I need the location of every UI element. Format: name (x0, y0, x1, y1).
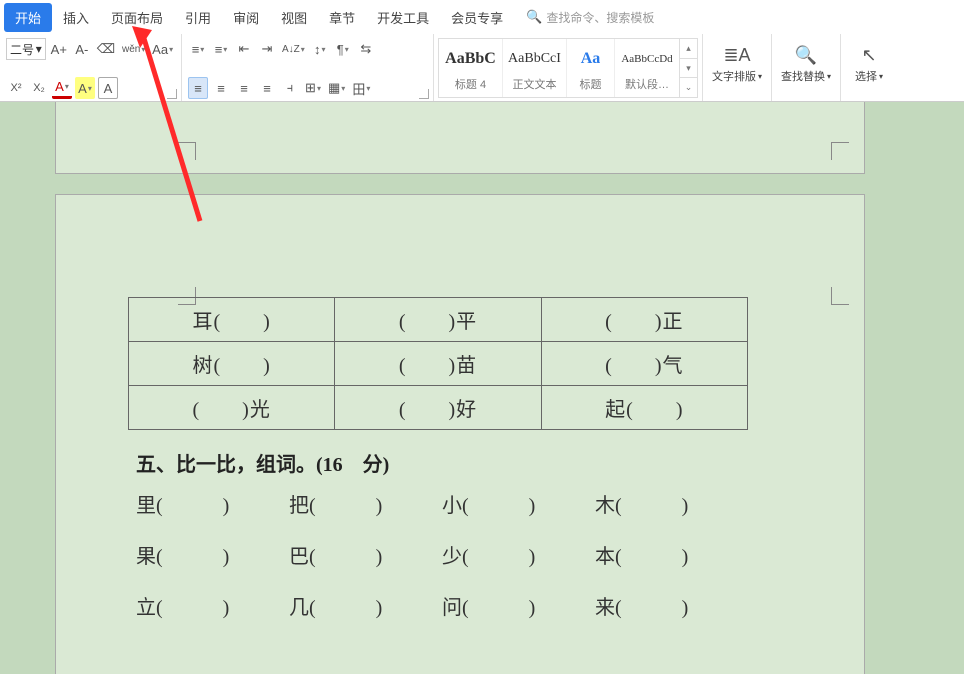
table-row: ( )光 ( )好 起( ) (129, 386, 748, 430)
grid-cell[interactable]: 木( ) (595, 489, 748, 518)
text-layout-button[interactable]: ≣A 文字排版▾ (709, 38, 765, 88)
chevron-down-icon: ▾ (36, 42, 42, 56)
ribbon-text-layout-group: ≣A 文字排版▾ (703, 34, 772, 101)
style-body-text[interactable]: AaBbCcI 正文文本 (503, 39, 567, 97)
number-list-button[interactable]: ≡▾ (211, 38, 231, 60)
search-icon: 🔍 (526, 9, 542, 25)
paragraph-dialog-launcher[interactable] (419, 89, 429, 99)
grid-cell[interactable]: 把( ) (289, 489, 442, 518)
line-spacing-button[interactable]: ↕▾ (310, 38, 330, 60)
grid-cell[interactable]: 几( ) (289, 591, 442, 620)
select-button[interactable]: ↖ 选择▾ (847, 38, 891, 88)
menu-review[interactable]: 审阅 (222, 3, 270, 32)
reveal-formatting-button[interactable]: ¶▾ (333, 38, 353, 60)
text-layout-icon: ≣A (723, 42, 750, 68)
ribbon: 二号▾ A+ A- ⌫ wěn▾ Aa▾ X² X₂ A▾ A▾ A ≡▾ ≡▾… (0, 34, 964, 102)
decrease-font-button[interactable]: A- (72, 38, 92, 60)
grid-cell[interactable]: 本( ) (595, 540, 748, 569)
ribbon-find-group: 🔍 查找替换▾ (772, 34, 841, 101)
superscript-button[interactable]: X² (6, 77, 26, 99)
align-left-button[interactable]: ≡ (188, 77, 208, 99)
menu-chapter[interactable]: 章节 (318, 3, 366, 32)
menu-insert[interactable]: 插入 (52, 3, 100, 32)
clear-format-button[interactable]: ⌫ (95, 38, 117, 60)
document-content[interactable]: 耳( ) ( )平 ( )正 树( ) ( )苗 ( )气 ( )光 ( )好 … (128, 297, 748, 620)
phonetic-button[interactable]: wěn▾ (120, 38, 147, 60)
subscript-button[interactable]: X₂ (29, 77, 49, 99)
sort-button[interactable]: A↓Z▾ (280, 38, 307, 60)
style-default-para[interactable]: AaBbCcDd 默认段… (615, 39, 679, 97)
find-replace-button[interactable]: 🔍 查找替换▾ (778, 38, 834, 88)
grid-cell[interactable]: 少( ) (442, 540, 595, 569)
bullet-list-button[interactable]: ≡▾ (188, 38, 208, 60)
font-dialog-launcher[interactable] (167, 89, 177, 99)
justify-button[interactable]: ≡ (257, 77, 277, 99)
grid-cell[interactable]: 巴( ) (289, 540, 442, 569)
shading-button[interactable]: ▦▾ (326, 77, 347, 99)
table-cell[interactable]: ( )正 (541, 298, 747, 342)
ribbon-select-group: ↖ 选择▾ (841, 34, 897, 101)
indent-button[interactable]: ⇥ (257, 38, 277, 60)
table-cell[interactable]: ( )光 (129, 386, 335, 430)
highlight-button[interactable]: A▾ (75, 77, 95, 99)
menu-page-layout[interactable]: 页面布局 (100, 3, 174, 32)
menu-dev-tools[interactable]: 开发工具 (366, 3, 440, 32)
exercise-table-4: 耳( ) ( )平 ( )正 树( ) ( )苗 ( )气 ( )光 ( )好 … (128, 297, 748, 430)
grid-cell[interactable]: 问( ) (442, 591, 595, 620)
grid-cell[interactable]: 小( ) (442, 489, 595, 518)
table-cell[interactable]: ( )平 (335, 298, 541, 342)
section-5-title[interactable]: 五、比一比，组词。(16 分) (136, 448, 748, 477)
tabs-button[interactable]: ⊞▾ (303, 77, 323, 99)
table-cell[interactable]: 耳( ) (129, 298, 335, 342)
menu-start[interactable]: 开始 (4, 3, 52, 32)
search-placeholder: 查找命令、搜索模板 (546, 9, 654, 26)
table-cell[interactable]: ( )苗 (335, 342, 541, 386)
ribbon-paragraph-group: ≡▾ ≡▾ ⇤ ⇥ A↓Z▾ ↕▾ ¶▾ ⇆ ≡ ≡ ≡ ≡ ⫞ ⊞▾ ▦▾ 田… (182, 34, 434, 101)
table-cell[interactable]: 树( ) (129, 342, 335, 386)
style-title[interactable]: Aa 标题 (567, 39, 615, 97)
ribbon-styles-group: AaBbC 标题 4 AaBbCcI 正文文本 Aa 标题 AaBbCcDd 默… (434, 34, 703, 101)
align-center-button[interactable]: ≡ (211, 77, 231, 99)
grid-cell[interactable]: 立( ) (136, 591, 289, 620)
char-shading-button[interactable]: A (98, 77, 118, 99)
style-gallery-scroller: ▴ ▾ ⌄ (680, 38, 698, 98)
borders-button[interactable]: 田▾ (350, 77, 372, 99)
grid-cell[interactable]: 里( ) (136, 489, 289, 518)
font-color-button[interactable]: A▾ (52, 77, 72, 99)
menu-member[interactable]: 会员专享 (440, 3, 514, 32)
table-row: 树( ) ( )苗 ( )气 (129, 342, 748, 386)
style-gallery: AaBbC 标题 4 AaBbCcI 正文文本 Aa 标题 AaBbCcDd 默… (438, 38, 680, 98)
table-row: 耳( ) ( )平 ( )正 (129, 298, 748, 342)
outdent-button[interactable]: ⇤ (234, 38, 254, 60)
menu-references[interactable]: 引用 (174, 3, 222, 32)
table-cell[interactable]: ( )气 (541, 342, 747, 386)
align-toggle-button[interactable]: ⇆ (356, 38, 376, 60)
grid-cell[interactable]: 果( ) (136, 540, 289, 569)
style-expand[interactable]: ⌄ (680, 78, 697, 97)
menu-search[interactable]: 🔍 查找命令、搜索模板 (526, 9, 654, 26)
menu-view[interactable]: 视图 (270, 3, 318, 32)
style-scroll-down[interactable]: ▾ (680, 59, 697, 79)
align-right-button[interactable]: ≡ (234, 77, 254, 99)
ribbon-font-group: 二号▾ A+ A- ⌫ wěn▾ Aa▾ X² X₂ A▾ A▾ A (0, 34, 182, 101)
exercise-grid-5: 里( ) 把( ) 小( ) 木( ) 果( ) 巴( ) 少( ) 本( ) … (128, 489, 748, 620)
document-workspace: 耳( ) ( )平 ( )正 树( ) ( )苗 ( )气 ( )光 ( )好 … (0, 102, 964, 674)
style-scroll-up[interactable]: ▴ (680, 39, 697, 59)
change-case-button[interactable]: Aa▾ (150, 38, 175, 60)
find-icon: 🔍 (795, 42, 817, 68)
grid-cell[interactable]: 来( ) (595, 591, 748, 620)
page-previous[interactable] (55, 102, 865, 174)
menubar: 开始 插入 页面布局 引用 审阅 视图 章节 开发工具 会员专享 🔍 查找命令、… (0, 0, 964, 34)
font-size-combo[interactable]: 二号▾ (6, 38, 46, 60)
style-heading4[interactable]: AaBbC 标题 4 (439, 39, 503, 97)
table-cell[interactable]: 起( ) (541, 386, 747, 430)
increase-font-button[interactable]: A+ (49, 38, 69, 60)
table-cell[interactable]: ( )好 (335, 386, 541, 430)
distribute-button[interactable]: ⫞ (280, 77, 300, 99)
cursor-icon: ↖ (861, 42, 876, 68)
